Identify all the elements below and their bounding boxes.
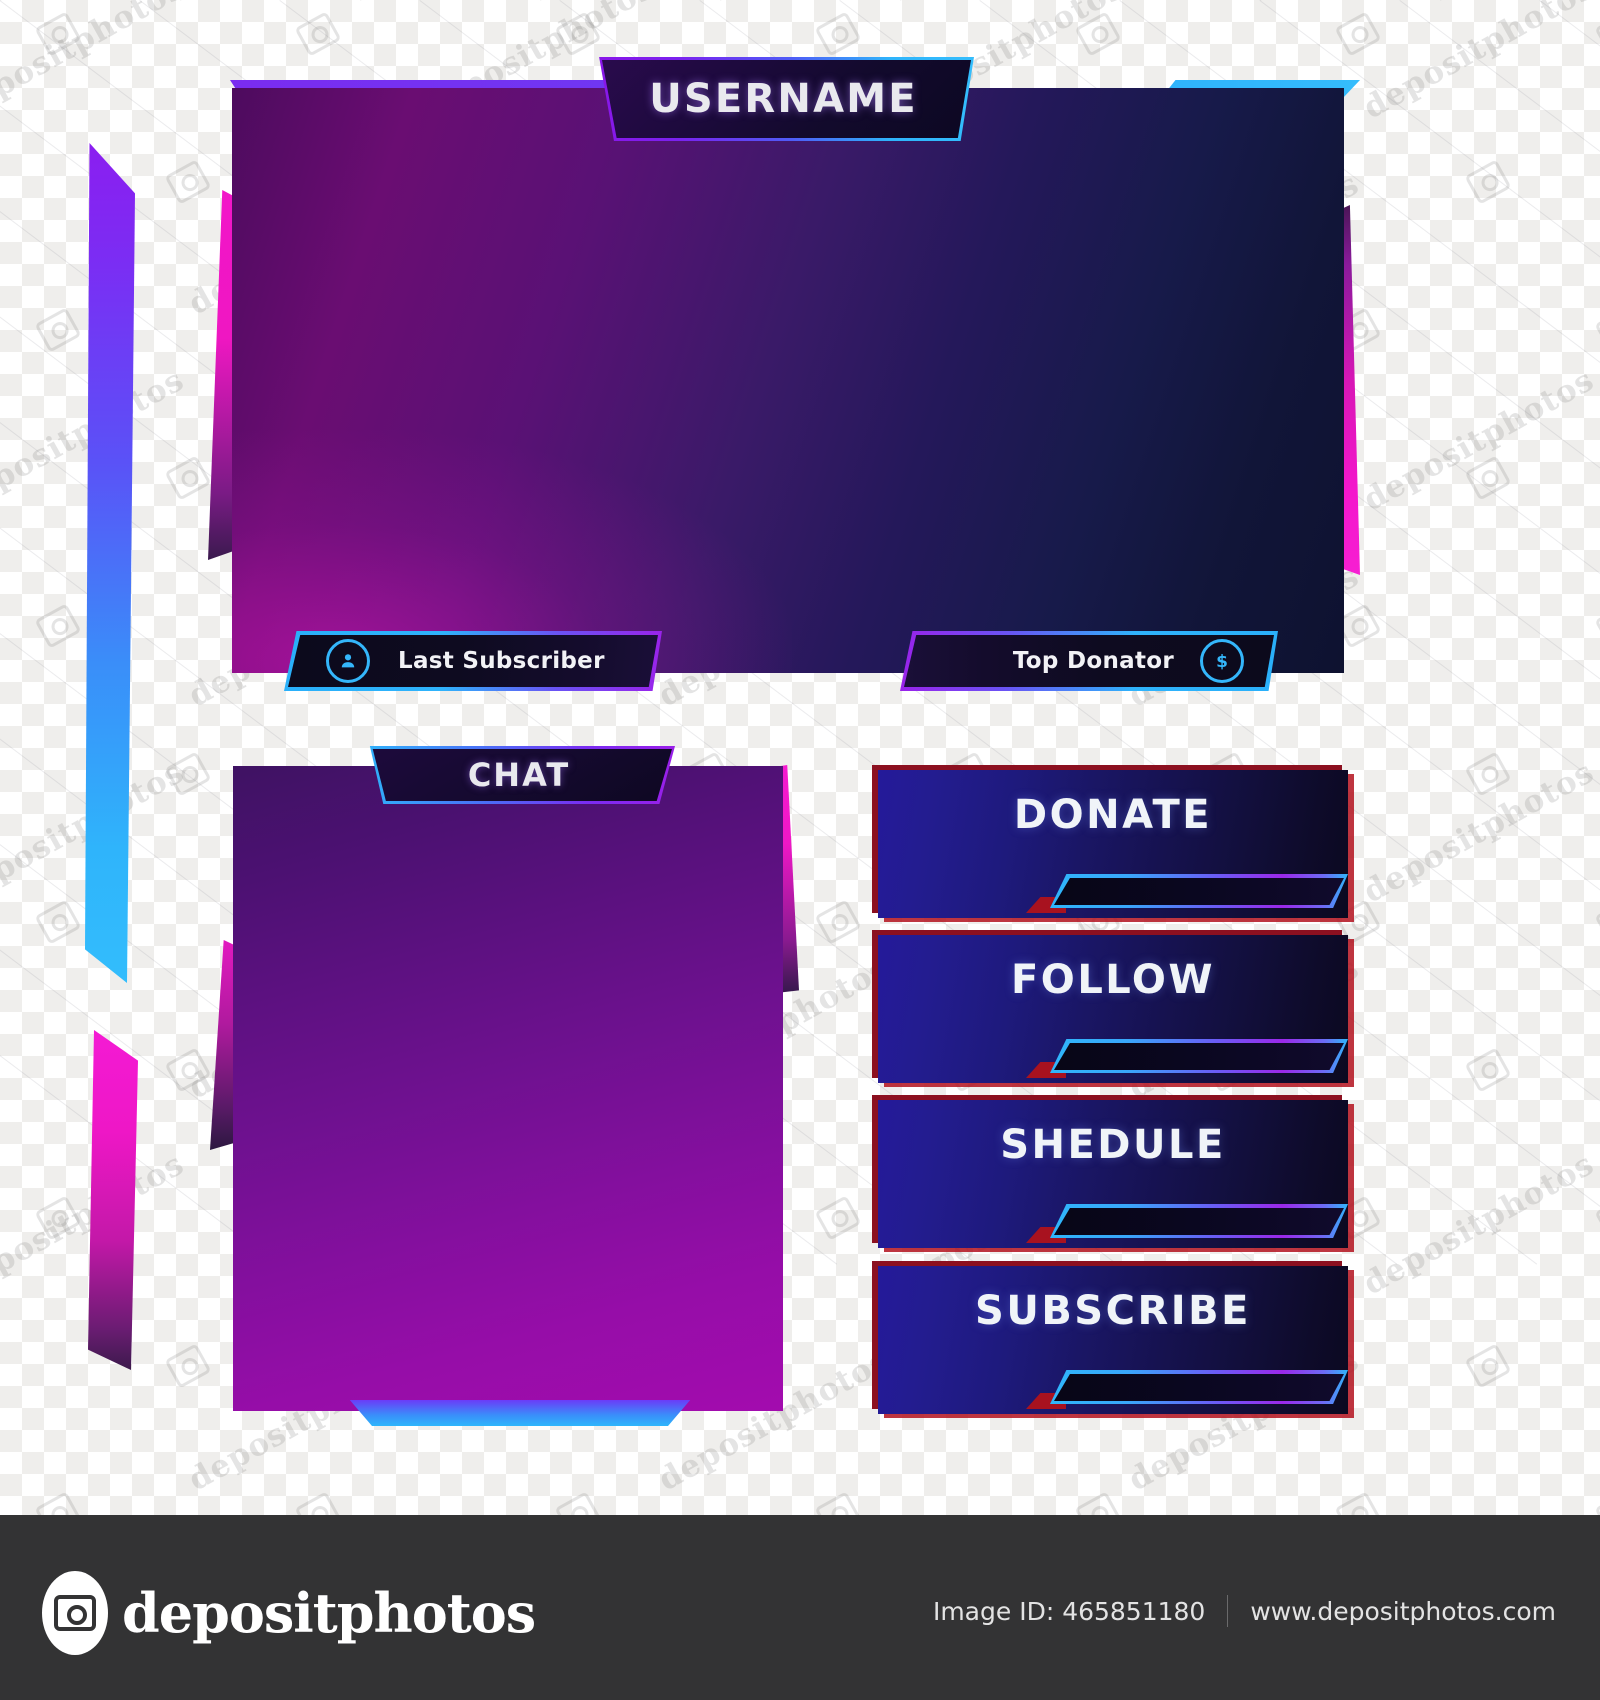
username-label: USERNAME: [649, 76, 918, 122]
button-accent-fill: [1054, 1374, 1344, 1401]
subscribe-button-label: SUBSCRIBE: [975, 1288, 1251, 1334]
top-donator-label: Top Donator: [1012, 648, 1174, 674]
footer-divider: [1227, 1595, 1229, 1627]
camera-logo-icon: [42, 1571, 108, 1655]
left-slash-magenta: [88, 1030, 138, 1370]
left-slash-blue-purple: [85, 143, 135, 983]
footer-meta: Image ID: 465851180 www.depositphotos.co…: [933, 1595, 1556, 1627]
last-subscriber-label: Last Subscriber: [398, 648, 605, 674]
chat-plate[interactable]: CHAT: [372, 749, 672, 801]
schedule-button[interactable]: SHEDULE: [872, 1095, 1354, 1252]
chat-label: CHAT: [467, 756, 571, 794]
chat-panel: [233, 766, 783, 1411]
chat-bottom-blue-accent: [349, 1400, 691, 1426]
brand-logo: depositphotos: [42, 1571, 536, 1655]
schedule-button-label: SHEDULE: [1000, 1122, 1226, 1168]
image-id-label: Image ID: 465851180: [932, 1596, 1206, 1626]
dollar-coin-icon: $: [1200, 639, 1244, 683]
follow-button[interactable]: FOLLOW: [872, 930, 1354, 1087]
user-avatar-icon: [326, 639, 370, 683]
brand-name: depositphotos: [122, 1581, 536, 1645]
follow-button-label: FOLLOW: [1010, 957, 1215, 1003]
button-accent-fill: [1054, 1208, 1344, 1235]
depositphotos-footer: depositphotos Image ID: 465851180 www.de…: [0, 1515, 1600, 1700]
website-label: www.depositphotos.com: [1250, 1596, 1556, 1626]
donate-button[interactable]: DONATE: [872, 765, 1354, 922]
button-accent-fill: [1054, 878, 1344, 905]
top-donator-bar[interactable]: Top Donator $: [904, 635, 1274, 687]
stream-screen-panel: [232, 88, 1344, 673]
subscribe-button[interactable]: SUBSCRIBE: [872, 1261, 1354, 1418]
svg-text:$: $: [1216, 652, 1228, 672]
donate-button-label: DONATE: [1013, 792, 1213, 838]
button-accent-fill: [1054, 1043, 1344, 1070]
username-plate[interactable]: USERNAME: [602, 60, 971, 138]
last-subscriber-bar[interactable]: Last Subscriber: [288, 635, 658, 687]
